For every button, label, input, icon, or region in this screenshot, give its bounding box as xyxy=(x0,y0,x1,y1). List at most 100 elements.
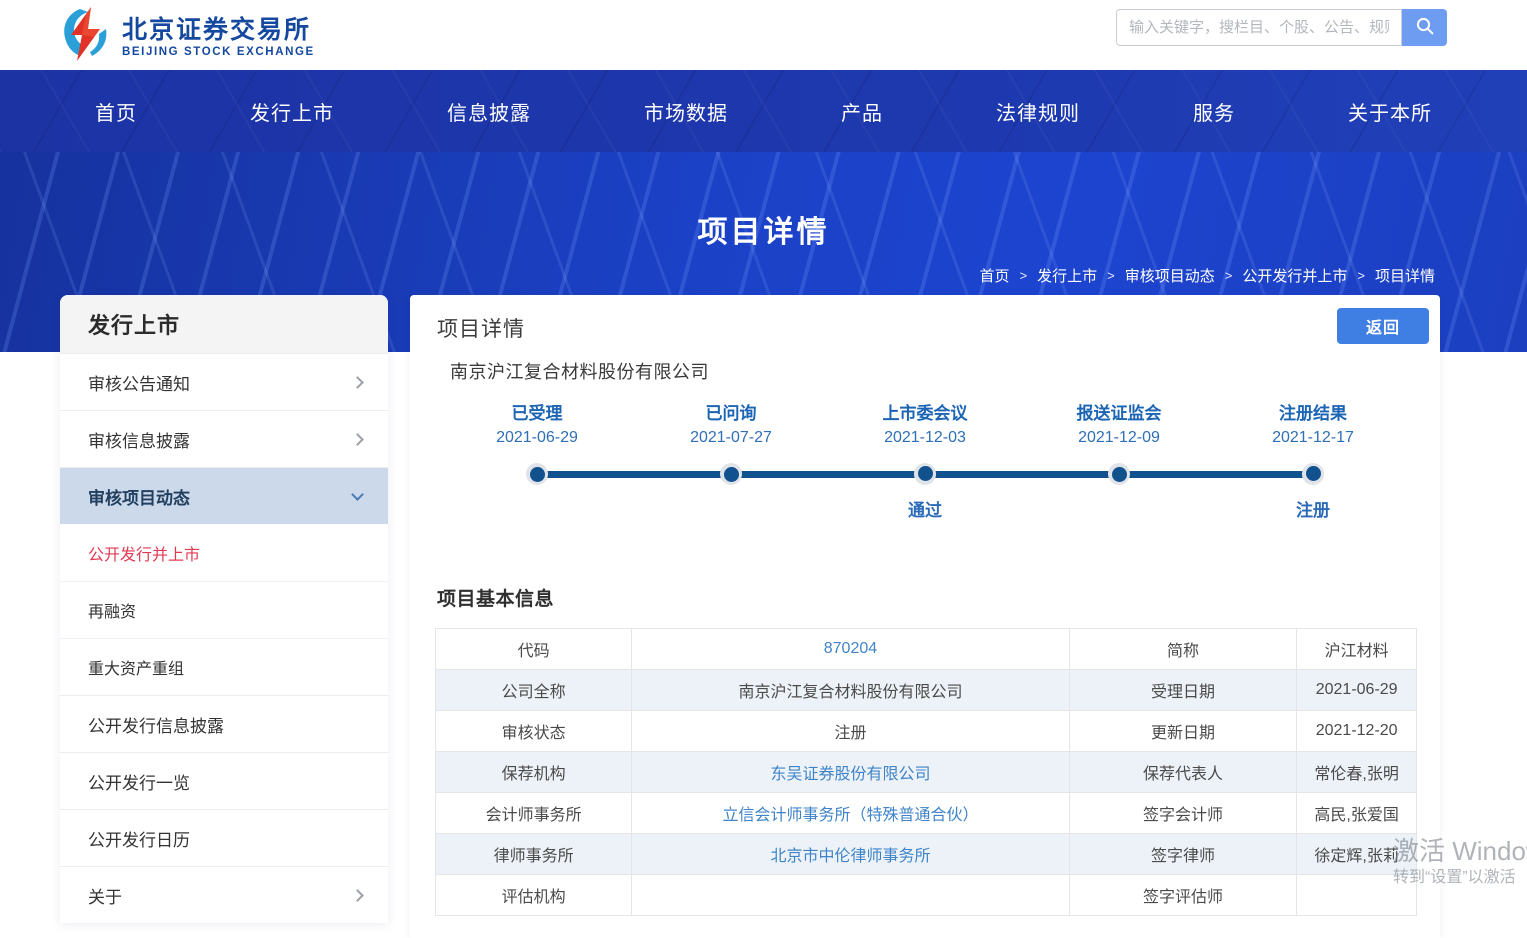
sidebar-item-label: 审核公告通知 xyxy=(88,374,190,394)
stock-code-link[interactable]: 870204 xyxy=(631,628,1070,670)
search-button[interactable] xyxy=(1402,9,1447,46)
nav-item-home[interactable]: 首页 xyxy=(95,97,137,126)
search-input[interactable] xyxy=(1116,9,1402,46)
sidebar-item-public-offering-listing[interactable]: 公开发行并上市 xyxy=(60,524,388,581)
bse-logo[interactable]: 北京证券交易所 BEIJING STOCK EXCHANGE xyxy=(58,6,315,67)
sidebar-item-review-disclosure[interactable]: 审核信息披露 xyxy=(60,410,388,467)
stage-date: 2021-07-27 xyxy=(690,429,772,446)
table-row: 审核状态 注册 更新日期 2021-12-20 xyxy=(434,710,1417,752)
info-value: 注册 xyxy=(631,710,1070,752)
nav-item-services[interactable]: 服务 xyxy=(1193,97,1235,126)
nav-item-market-data[interactable]: 市场数据 xyxy=(644,97,728,126)
basic-info-title: 项目基本信息 xyxy=(437,589,555,610)
sidebar-item-offering-disclosure[interactable]: 公开发行信息披露 xyxy=(60,695,388,752)
breadcrumb-listing[interactable]: 发行上市 xyxy=(1037,265,1097,286)
info-label: 评估机构 xyxy=(434,874,633,916)
sidebar-item-label: 公开发行日历 xyxy=(88,830,190,850)
sidebar-item-label: 公开发行信息披露 xyxy=(88,716,224,736)
table-row: 代码 870204 简称 沪江材料 xyxy=(434,628,1417,670)
nav-item-rules[interactable]: 法律规则 xyxy=(996,97,1080,126)
nav-item-about[interactable]: 关于本所 xyxy=(1348,97,1432,126)
info-value: 常伦春,张明 xyxy=(1296,751,1417,793)
nav-item-products[interactable]: 产品 xyxy=(841,97,883,126)
table-row: 律师事务所 北京市中伦律师事务所 签字律师 徐定辉,张莉 xyxy=(434,833,1417,875)
sidebar-item-refinancing[interactable]: 再融资 xyxy=(60,581,388,638)
info-value: 南京沪江复合材料股份有限公司 xyxy=(631,669,1070,711)
breadcrumb-review-dynamics[interactable]: 审核项目动态 xyxy=(1125,265,1215,286)
nav-item-listing[interactable]: 发行上市 xyxy=(250,97,334,126)
info-label: 保荐代表人 xyxy=(1068,751,1298,793)
info-label: 简称 xyxy=(1068,628,1298,670)
chevron-right-icon xyxy=(351,432,364,446)
sidebar-item-label: 审核信息披露 xyxy=(88,431,190,451)
table-row: 保荐机构 东吴证券股份有限公司 保荐代表人 常伦春,张明 xyxy=(434,751,1417,793)
stage-name: 已问询 xyxy=(705,404,757,423)
timeline-dot-icon xyxy=(914,463,936,485)
breadcrumb-separator: > xyxy=(1019,268,1028,283)
page-title: 项目详情 xyxy=(437,318,525,341)
chevron-right-icon xyxy=(351,888,364,902)
sidebar-item-major-asset-restructuring[interactable]: 重大资产重组 xyxy=(60,638,388,695)
table-row: 评估机构 签字评估师 xyxy=(434,874,1417,916)
info-label: 更新日期 xyxy=(1068,710,1298,752)
info-label: 律师事务所 xyxy=(434,833,633,875)
sidebar-item-review-dynamics[interactable]: 审核项目动态 xyxy=(60,467,388,524)
chevron-down-icon xyxy=(351,487,364,501)
table-row: 会计师事务所 立信会计师事务所（特殊普通合伙） 签字会计师 高民,张爱国 xyxy=(434,792,1417,834)
breadcrumb: 首页 > 发行上市 > 审核项目动态 > 公开发行并上市 > 项目详情 xyxy=(980,265,1435,286)
sidebar-item-offering-overview[interactable]: 公开发行一览 xyxy=(60,752,388,809)
info-value xyxy=(1296,874,1417,916)
review-timeline: 已受理 2021-06-29 已问询 2021-07-27 上市委会议 2021… xyxy=(440,402,1410,520)
logo-subtitle: BEIJING STOCK EXCHANGE xyxy=(122,45,315,58)
back-button[interactable]: 返回 xyxy=(1337,308,1429,344)
info-value: 2021-12-20 xyxy=(1296,710,1417,752)
stage-name: 报送证监会 xyxy=(1076,404,1162,423)
info-label: 保荐机构 xyxy=(434,751,633,793)
sidebar-title: 发行上市 xyxy=(60,295,388,353)
info-value: 高民,张爱国 xyxy=(1296,792,1417,834)
table-row: 公司全称 南京沪江复合材料股份有限公司 受理日期 2021-06-29 xyxy=(434,669,1417,711)
sidebar-item-label: 重大资产重组 xyxy=(88,661,185,678)
law-firm-link[interactable]: 北京市中伦律师事务所 xyxy=(631,833,1070,875)
stage-name: 注册结果 xyxy=(1279,404,1347,423)
bse-lightning-icon xyxy=(58,6,112,67)
info-value: 沪江材料 xyxy=(1296,628,1417,670)
top-header: 北京证券交易所 BEIJING STOCK EXCHANGE xyxy=(0,0,1527,70)
sidebar-item-label: 审核项目动态 xyxy=(88,488,190,508)
timeline-stage-accepted: 已受理 2021-06-29 xyxy=(440,402,634,520)
sidebar-item-label: 关于 xyxy=(88,887,122,907)
banner-title: 项目详情 xyxy=(697,216,830,249)
stage-status: 通过 xyxy=(908,500,942,520)
nav-item-disclosure[interactable]: 信息披露 xyxy=(447,97,531,126)
accounting-firm-link[interactable]: 立信会计师事务所（特殊普通合伙） xyxy=(631,792,1070,834)
timeline-stage-submitted-csrc: 报送证监会 2021-12-09 xyxy=(1022,402,1216,520)
breadcrumb-home[interactable]: 首页 xyxy=(980,265,1010,286)
timeline-dot-icon xyxy=(720,463,742,485)
breadcrumb-separator: > xyxy=(1357,268,1365,283)
info-value: 徐定辉,张莉 xyxy=(1296,833,1417,875)
info-label: 会计师事务所 xyxy=(434,792,633,834)
sidebar-item-label: 公开发行一览 xyxy=(88,773,190,793)
breadcrumb-current: 项目详情 xyxy=(1374,268,1435,285)
timeline-stage-committee-meeting: 上市委会议 2021-12-03 通过 xyxy=(828,402,1022,520)
sidebar-item-review-notices[interactable]: 审核公告通知 xyxy=(60,353,388,410)
basic-info-table: 代码 870204 简称 沪江材料 公司全称 南京沪江复合材料股份有限公司 受理… xyxy=(434,628,1417,916)
stage-date: 2021-12-09 xyxy=(1078,429,1160,446)
logo-title: 北京证券交易所 xyxy=(122,15,312,44)
sidebar-item-about[interactable]: 关于 xyxy=(60,866,388,923)
stage-date: 2021-12-03 xyxy=(884,429,966,446)
info-label: 签字评估师 xyxy=(1068,874,1298,916)
info-label: 代码 xyxy=(434,628,633,670)
sponsor-link[interactable]: 东吴证券股份有限公司 xyxy=(631,751,1070,793)
sidebar: 发行上市 审核公告通知 审核信息披露 审核项目动态 公开发行并上市 再融资 重大… xyxy=(60,295,388,923)
timeline-dot-icon xyxy=(1108,463,1130,485)
timeline-stage-registration-result: 注册结果 2021-12-17 注册 xyxy=(1216,402,1410,520)
company-name: 南京沪江复合材料股份有限公司 xyxy=(450,362,709,382)
breadcrumb-public-offering[interactable]: 公开发行并上市 xyxy=(1242,265,1347,286)
info-value xyxy=(631,874,1070,916)
info-label: 受理日期 xyxy=(1068,669,1298,711)
info-label: 签字律师 xyxy=(1068,833,1298,875)
sidebar-item-offering-calendar[interactable]: 公开发行日历 xyxy=(60,809,388,866)
info-label: 签字会计师 xyxy=(1068,792,1298,834)
panel-header: 项目详情 返回 xyxy=(410,295,1440,345)
